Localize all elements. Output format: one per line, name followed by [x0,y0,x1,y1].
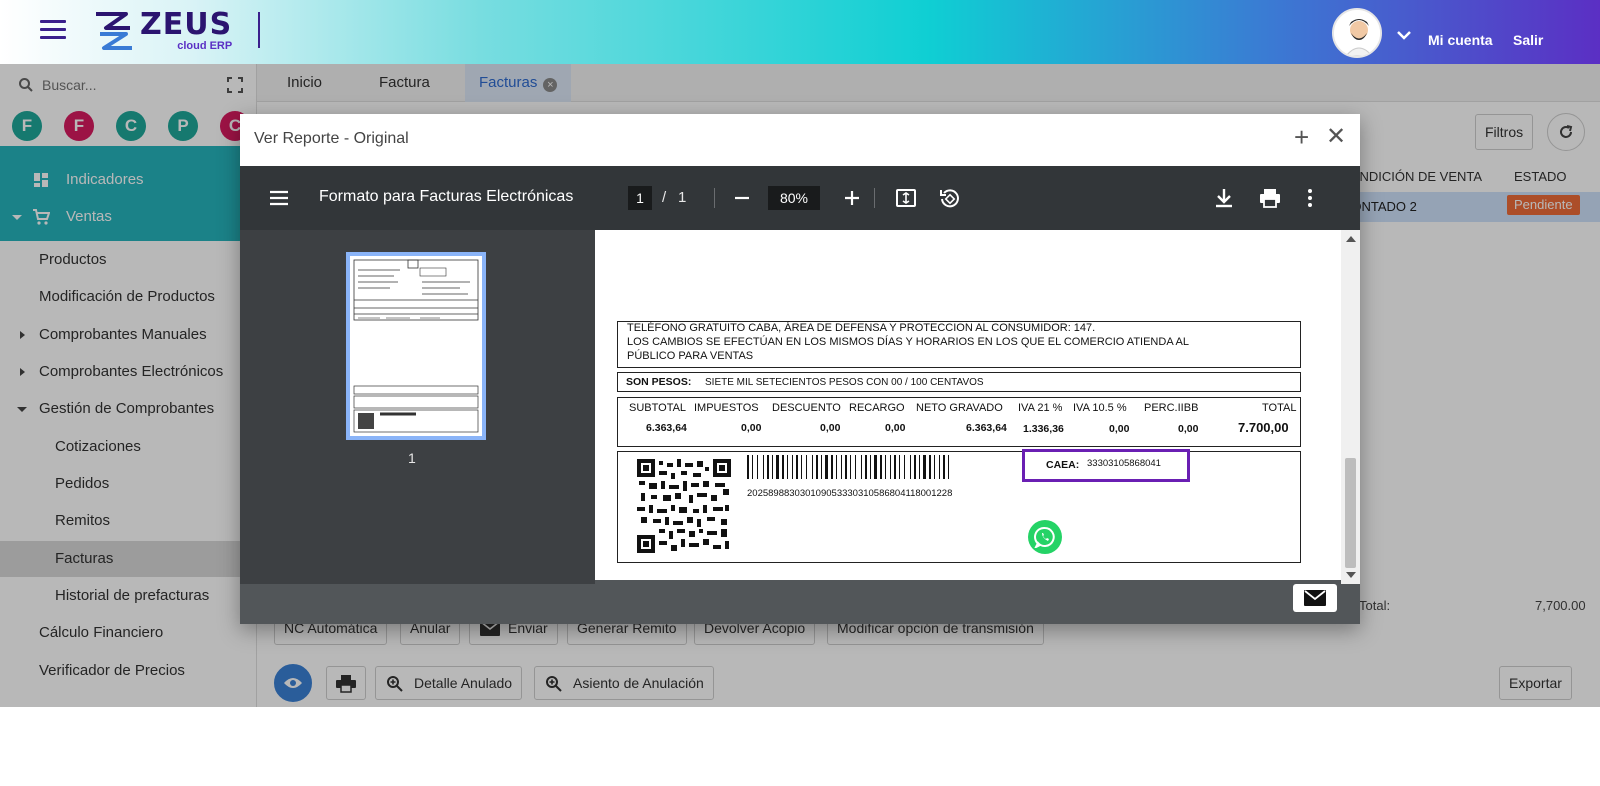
user-avatar[interactable] [1332,8,1382,58]
page-separator: / [662,189,667,206]
page-thumbnail[interactable] [346,252,486,440]
notice-line-2: LOS CAMBIOS SE EFECTÚAN EN LOS MISMOS DÍ… [627,336,1189,348]
totals-header-impuestos: IMPUESTOS [694,402,759,414]
whatsapp-button[interactable] [1028,520,1062,554]
totals-header-iva105: IVA 10.5 % [1073,402,1127,414]
chevron-down-icon[interactable] [1396,30,1412,40]
totals-value-impuestos: 0,00 [741,422,762,434]
fit-page-icon[interactable] [894,186,918,210]
totals-header-total: TOTAL [1262,402,1297,414]
thumbnail-page-number: 1 [408,450,416,466]
qr-code-icon [637,459,731,553]
totals-value-recargo: 0,00 [885,422,906,434]
more-options-icon[interactable] [1298,186,1322,210]
page-total: 1 [678,189,687,206]
header-divider [258,12,260,48]
mail-icon [1304,590,1326,606]
download-icon[interactable] [1212,186,1236,210]
viewer-footer [240,584,1360,624]
toolbar-divider [874,188,875,208]
totals-value-perc-iibb: 0,00 [1178,423,1199,435]
pdf-scrollbar[interactable] [1341,230,1360,584]
notice-line-1: TELÉFONO GRATUITO CABA, ÁREA DE DEFENSA … [627,322,1096,334]
pdf-toolbar: Formato para Facturas Electrónicas 1 / 1… [240,166,1360,230]
totals-header-descuento: DESCUENTO [772,402,841,414]
toolbar-divider [714,188,715,208]
logo-name: ZEUS [140,7,233,42]
close-icon[interactable]: ✕ [1326,124,1346,150]
menu-icon[interactable] [40,20,66,40]
top-bar: ZEUS cloud ERP Mi cuenta Salir [0,0,1600,64]
totals-value-iva105: 0,00 [1109,423,1130,435]
totals-header-neto-gravado: NETO GRAVADO [916,402,1003,414]
rotate-icon[interactable] [937,186,961,210]
whatsapp-icon [1034,526,1055,548]
email-report-button[interactable] [1293,584,1337,612]
zeus-logo-mark [96,12,132,50]
totals-header-iva21: IVA 21 % [1018,402,1063,414]
sidebar-toggle-icon[interactable] [267,186,291,210]
totals-value-subtotal: 6.363,64 [646,422,687,434]
zeus-logo[interactable]: ZEUS cloud ERP [92,10,232,54]
print-icon[interactable] [1258,186,1282,210]
barcode-icon [747,455,949,479]
zoom-out-icon[interactable] [730,186,754,210]
thumbnail-preview [353,259,479,433]
report-dialog: Ver Reporte - Original + ✕ Formato para … [240,114,1360,624]
totals-header-perc-iibb: PERC.IIBB [1144,402,1199,414]
zoom-level[interactable]: 80% [768,186,820,210]
dialog-title: Ver Reporte - Original [254,130,409,147]
caea-value: 33303105868041 [1087,458,1161,469]
my-account-link[interactable]: Mi cuenta [1428,32,1493,48]
scroll-thumb[interactable] [1345,458,1356,568]
scroll-up-icon[interactable] [1346,236,1356,242]
totals-value-total: 7.700,00 [1238,420,1289,435]
avatar-illustration [1334,10,1380,56]
app-root: ZEUS cloud ERP Mi cuenta Salir F F C [0,0,1600,707]
pdf-document-title: Formato para Facturas Electrónicas [319,188,574,205]
totals-value-descuento: 0,00 [820,422,841,434]
zoom-in-icon[interactable] [840,186,864,210]
son-pesos-label: SON PESOS: [626,376,692,388]
notice-line-3: PÚBLICO PARA VENTAS [627,350,754,362]
scroll-down-icon[interactable] [1346,572,1356,578]
totals-value-iva21: 1.336,36 [1023,423,1064,435]
pdf-viewer: Formato para Facturas Electrónicas 1 / 1… [240,166,1360,624]
totals-header-subtotal: SUBTOTAL [629,402,687,414]
page-number-input[interactable]: 1 [628,186,652,210]
totals-value-neto-gravado: 6.363,64 [966,422,1007,434]
caea-label: CAEA: [1046,459,1080,471]
barcode-number: 20258988303010905333031058680411800122​8 [747,488,953,499]
son-pesos-value: SIETE MIL SETECIENTOS PESOS CON 00 / 100… [705,377,984,388]
pdf-page: TELÉFONO GRATUITO CABA, ÁREA DE DEFENSA … [595,230,1341,580]
totals-header-recargo: RECARGO [849,402,905,414]
maximize-icon[interactable]: + [1294,124,1309,150]
thumbnail-panel: 1 [240,230,595,584]
logout-link[interactable]: Salir [1513,32,1543,48]
